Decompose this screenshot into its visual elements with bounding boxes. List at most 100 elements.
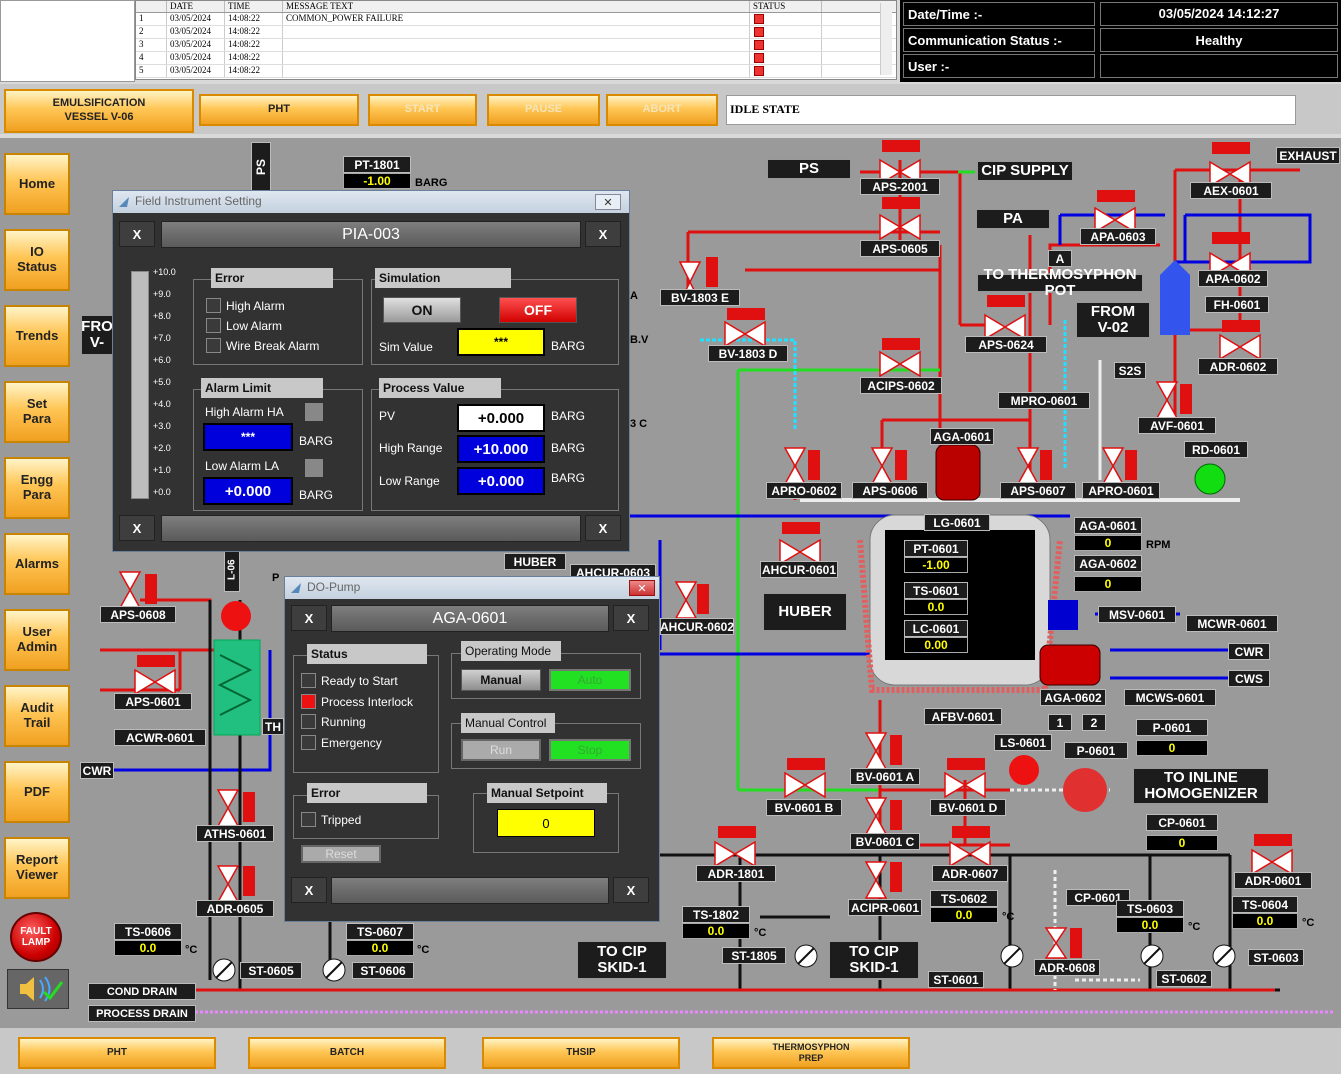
x-button[interactable]: X [291, 605, 327, 631]
tag-bv1803d[interactable]: BV-1803 D [708, 345, 788, 362]
x-button[interactable]: X [119, 515, 155, 541]
bottom-batch-button[interactable]: BATCH [248, 1037, 446, 1069]
bottom-pht-button[interactable]: PHT [18, 1037, 216, 1069]
tag-aps0601[interactable]: APS-0601 [114, 693, 192, 710]
close-icon[interactable]: ✕ [595, 194, 621, 210]
nav-button-set-para[interactable]: Set Para [4, 381, 70, 443]
high-ha-toggle[interactable] [305, 403, 323, 421]
tag-degc[interactable]: °C [977, 603, 989, 615]
tag-degc[interactable]: °C [1188, 921, 1200, 933]
x-button[interactable]: X [585, 515, 621, 541]
tag-adr0608[interactable]: ADR-0608 [1034, 959, 1100, 976]
tag-ts0602v[interactable]: 0.0 [930, 907, 998, 923]
tag-n2[interactable]: 2 [1082, 714, 1106, 731]
tag-adr0601[interactable]: ADR-0601 [1234, 872, 1312, 889]
tag-barg[interactable]: BARG [415, 177, 447, 189]
tag-aps0624[interactable]: APS-0624 [965, 336, 1047, 353]
tag-barg[interactable]: BARG [977, 561, 1009, 573]
tag-p0601[interactable]: P-0601 [1136, 719, 1208, 736]
tag-ts0606[interactable]: TS-0606 [114, 923, 182, 940]
tag-ts0606v[interactable]: 0.0 [114, 940, 182, 956]
tag-degc[interactable]: °C [1302, 917, 1314, 929]
tag-bv0601a[interactable]: BV-0601 A [850, 768, 920, 785]
tag-aga0601rv[interactable]: 0 [1074, 535, 1142, 551]
tag-aps0605[interactable]: APS-0605 [860, 240, 940, 257]
tag-s2s[interactable]: S2S [1114, 362, 1146, 379]
tag-ts0604[interactable]: TS-0604 [1232, 896, 1298, 913]
tag-ts0603[interactable]: TS-0603 [1116, 900, 1184, 917]
sim-off-button[interactable]: OFF [499, 297, 577, 323]
table-row[interactable]: 5 03/05/2024 14:08:22 [136, 65, 896, 78]
tag-ts0601[interactable]: TS-0601 [904, 582, 968, 599]
tag-pt0601v[interactable]: -1.00 [904, 557, 968, 573]
tag-cwr[interactable]: CWR [1228, 643, 1270, 660]
reset-button[interactable]: Reset [301, 845, 381, 863]
tag-degc[interactable]: °C [417, 944, 429, 956]
nav-button-io-status[interactable]: IO Status [4, 229, 70, 291]
tag-a_part[interactable]: A [630, 290, 640, 302]
tag-st0603[interactable]: ST-0603 [1248, 949, 1304, 966]
table-row[interactable]: 3 03/05/2024 14:08:22 [136, 39, 896, 52]
tag-bv[interactable]: B.V [630, 334, 648, 346]
do-pump-dialog[interactable]: DO-Pump ✕ X AGA-0601 X Status Ready to S… [284, 576, 660, 922]
tag-afbv0601[interactable]: AFBV-0601 [924, 708, 1002, 725]
tag-aga0602[interactable]: AGA-0602 [1040, 689, 1106, 706]
table-row[interactable]: 2 03/05/2024 14:08:22 [136, 26, 896, 39]
tag-ts1802v[interactable]: 0.0 [682, 923, 750, 939]
stop-button[interactable]: Stop [549, 739, 631, 761]
tag-st1805[interactable]: ST-1805 [722, 947, 786, 964]
nav-button-user-admin[interactable]: User Admin [4, 609, 70, 671]
tag-avf0601[interactable]: AVF-0601 [1138, 417, 1216, 434]
alarm-scrollbar[interactable] [880, 3, 892, 75]
tag-cwr2[interactable]: CWR [80, 762, 114, 779]
tag-apa0602[interactable]: APA-0602 [1198, 270, 1268, 287]
high-range-value[interactable]: +10.000 [457, 435, 545, 463]
tag-pt1801v[interactable]: -1.00 [343, 173, 411, 189]
tag-cp0601[interactable]: CP-0601 [1146, 814, 1218, 831]
tag-aga0602r[interactable]: AGA-0602 [1074, 555, 1142, 572]
tag-degc[interactable]: °C [754, 927, 766, 939]
nav-button-home[interactable]: Home [4, 153, 70, 215]
fault-lamp[interactable]: FAULT LAMP [10, 912, 62, 962]
tag-degc[interactable]: °C [185, 944, 197, 956]
tag-c3[interactable]: 3 C [630, 418, 647, 430]
sound-icon[interactable] [7, 969, 69, 1009]
tag-st0606[interactable]: ST-0606 [352, 962, 414, 979]
tag-ts0604v[interactable]: 0.0 [1232, 913, 1298, 929]
bottom-thsip-button[interactable]: THSIP [482, 1037, 680, 1069]
close-icon[interactable]: ✕ [629, 580, 655, 596]
alarm-table[interactable]: DATE TIME MESSAGE TEXT STATUS 1 03/05/202… [135, 0, 897, 80]
x-button[interactable]: X [291, 877, 327, 903]
table-row[interactable]: 1 03/05/2024 14:08:22 COMMON_POWER FAILURE [136, 13, 896, 26]
tag-aga0601r[interactable]: AGA-0601 [1074, 517, 1142, 534]
field-instrument-dialog[interactable]: Field Instrument Setting ✕ X PIA-003 X +… [112, 190, 630, 552]
tag-acips0602[interactable]: ACIPS-0602 [860, 377, 942, 394]
tag-st0601[interactable]: ST-0601 [928, 971, 984, 988]
tag-aga0601[interactable]: AGA-0601 [930, 428, 994, 445]
tag-aths0601[interactable]: ATHS-0601 [196, 825, 274, 842]
tag-cp0601v[interactable]: 0 [1146, 835, 1218, 851]
tag-apro0602[interactable]: APRO-0602 [766, 482, 842, 499]
tag-lg0601[interactable]: LG-0601 [924, 514, 990, 531]
tag-n1[interactable]: 1 [1048, 714, 1072, 731]
setpoint-input[interactable]: 0 [497, 809, 595, 837]
tag-adr0605[interactable]: ADR-0605 [196, 900, 274, 917]
tag-mpro0601[interactable]: MPRO-0601 [998, 392, 1090, 409]
tag-acipr0601[interactable]: ACIPR-0601 [848, 899, 922, 916]
tag-cws[interactable]: CWS [1228, 670, 1270, 687]
low-range-value[interactable]: +0.000 [457, 467, 545, 495]
nav-button-report-viewer[interactable]: Report Viewer [4, 837, 70, 899]
tag-th[interactable]: TH [262, 718, 284, 735]
tag-ts0601v[interactable]: 0.0 [904, 599, 968, 615]
x-button[interactable]: X [613, 605, 649, 631]
tag-st0602[interactable]: ST-0602 [1156, 970, 1212, 987]
tag-st0605[interactable]: ST-0605 [240, 962, 302, 979]
tag-adr0602[interactable]: ADR-0602 [1198, 358, 1278, 375]
sim-value-input[interactable]: *** [457, 328, 545, 356]
tag-ts0607[interactable]: TS-0607 [346, 923, 414, 940]
tag-a[interactable]: A [1048, 250, 1072, 267]
auto-button[interactable]: Auto [549, 669, 631, 691]
tag-p0601b[interactable]: P-0601 [1064, 742, 1128, 759]
tag-adr1801[interactable]: ADR-1801 [696, 865, 776, 882]
tag-aps0607[interactable]: APS-0607 [1000, 482, 1076, 499]
